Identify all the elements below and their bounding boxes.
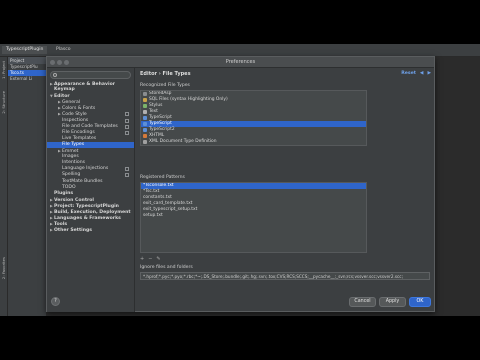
settings-tree-pane: ▶Appearance & Behavior Keymap ▼Editor ▶Gene… bbox=[47, 68, 135, 312]
ok-button[interactable]: OK bbox=[409, 297, 431, 307]
pattern-row[interactable]: setup.txt bbox=[141, 213, 366, 219]
project-scope-icon bbox=[125, 167, 129, 172]
apply-button[interactable]: Apply bbox=[379, 297, 406, 307]
file-type-icon bbox=[143, 134, 147, 138]
rail-structure[interactable]: 2: Structure bbox=[1, 91, 6, 114]
project-tab[interactable]: TypescriptPlugin bbox=[2, 46, 48, 54]
settings-tree-label: File Encodings bbox=[62, 129, 95, 135]
file-tab[interactable]: Plasco bbox=[52, 46, 75, 54]
dialog-title-bar: Preferences bbox=[47, 57, 434, 68]
back-arrow-icon[interactable]: ◀ bbox=[420, 71, 424, 76]
project-panel: Project TypescriptPlu Tsco.ts External L… bbox=[8, 57, 46, 316]
file-type-icon bbox=[143, 122, 147, 126]
file-type-icon bbox=[143, 104, 147, 108]
dialog-body: ▶Appearance & Behavior Keymap ▼Editor ▶Gene… bbox=[47, 68, 434, 312]
settings-tree-label: Keymap bbox=[54, 87, 75, 93]
ignore-files-input[interactable]: *.hprof;*.pyc;*.pyo;*.rbc;*~;.DS_Store;.… bbox=[140, 272, 430, 280]
help-button[interactable]: ? bbox=[51, 297, 60, 306]
settings-search-input[interactable] bbox=[50, 71, 131, 79]
settings-tree-label: Live Templates bbox=[62, 135, 97, 141]
settings-tree-item[interactable]: ▶Other Settings bbox=[47, 227, 134, 233]
file-types-panel: Editor › File Types Reset ◀ ▶ Recognized… bbox=[136, 68, 434, 312]
zoom-window-button[interactable] bbox=[64, 60, 69, 65]
cancel-button[interactable]: Cancel bbox=[349, 297, 376, 307]
settings-tree: ▶Appearance & Behavior Keymap ▼Editor ▶Gene… bbox=[47, 81, 134, 233]
settings-tree-label: File and Code Templates bbox=[62, 123, 118, 129]
project-scope-icon bbox=[125, 112, 129, 117]
settings-tree-label: Spelling bbox=[62, 172, 81, 178]
remove-icon[interactable]: − bbox=[148, 256, 152, 262]
editor-area bbox=[438, 57, 480, 316]
settings-tree-label: Inspections bbox=[62, 117, 89, 123]
file-type-icon bbox=[143, 116, 147, 120]
project-scope-icon bbox=[125, 124, 129, 129]
reset-link[interactable]: Reset bbox=[401, 71, 416, 76]
settings-tree-label: TODO bbox=[62, 184, 76, 190]
file-type-label: XML Document Type Definition bbox=[149, 139, 217, 144]
ignore-files-label: Ignore files and folders bbox=[140, 265, 193, 270]
settings-tree-label: Intentions bbox=[62, 160, 85, 166]
project-scope-icon bbox=[125, 130, 129, 135]
settings-tree-label: Images bbox=[62, 154, 79, 160]
left-tool-rail: 1: Project 2: Structure 2: Favorites bbox=[0, 57, 8, 316]
file-types-list: StoredAsp SQL Files (syntax Highlighting … bbox=[140, 90, 367, 146]
settings-tree-label: Language Injections bbox=[62, 166, 109, 172]
recognized-file-types-label: Recognized File Types bbox=[140, 83, 190, 88]
search-icon bbox=[53, 73, 57, 77]
file-type-icon bbox=[143, 128, 147, 132]
registered-patterns-label: Registered Patterns bbox=[140, 175, 185, 180]
add-icon[interactable]: + bbox=[140, 256, 144, 262]
settings-tree-label: File Types bbox=[62, 141, 85, 147]
rail-favorites[interactable]: 2: Favorites bbox=[1, 257, 6, 279]
forward-arrow-icon[interactable]: ▶ bbox=[427, 71, 431, 76]
project-scope-icon bbox=[125, 173, 129, 178]
file-type-icon bbox=[143, 98, 147, 102]
patterns-list: *Tsconsole.txt *Tsc.txt constants.txt exit_… bbox=[140, 182, 367, 253]
file-type-row[interactable]: XML Document Type Definition bbox=[141, 139, 366, 145]
minimize-window-button[interactable] bbox=[57, 60, 62, 65]
breadcrumb: Editor › File Types bbox=[140, 71, 191, 77]
preferences-dialog: Preferences ▶Appearance & Behavior Keymap… bbox=[46, 56, 435, 312]
project-scope-icon bbox=[125, 118, 129, 123]
project-row[interactable]: External Li bbox=[8, 76, 46, 82]
file-type-icon bbox=[143, 140, 147, 144]
settings-tree-label: Other Settings bbox=[54, 228, 93, 234]
file-type-icon bbox=[143, 92, 147, 96]
panel-actions: Reset ◀ ▶ bbox=[401, 71, 431, 76]
settings-tree-label: TextMate Bundles bbox=[62, 178, 103, 184]
edit-icon[interactable]: ✎ bbox=[156, 256, 160, 262]
patterns-toolbar: + − ✎ bbox=[140, 256, 161, 262]
settings-tree-label: Plugins bbox=[54, 190, 74, 196]
close-window-button[interactable] bbox=[50, 60, 55, 65]
rail-project[interactable]: 1: Project bbox=[1, 61, 6, 79]
project-panel-header: Project bbox=[8, 57, 46, 64]
window-controls bbox=[50, 60, 69, 65]
dialog-title: Preferences bbox=[225, 59, 256, 65]
file-type-icon bbox=[143, 110, 147, 114]
